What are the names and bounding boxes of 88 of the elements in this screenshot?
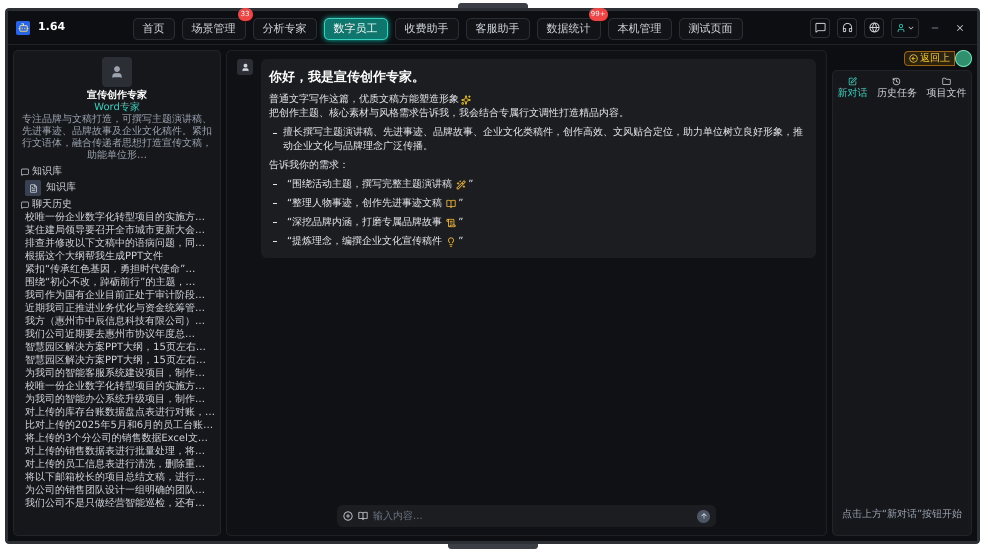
chat-history-item[interactable]: 我方（惠州市中辰信息科技有限公司）… bbox=[25, 315, 213, 328]
app-logo-icon bbox=[16, 20, 30, 34]
chat-history-item[interactable]: 校唯一份企业数字化转型项目的实施方… bbox=[25, 380, 213, 393]
chat-history-item[interactable]: 智慧园区解决方案PPT大纲，15页左右… bbox=[25, 341, 213, 354]
chat-history-item[interactable]: 校唯一份企业数字化转型项目的实施方… bbox=[25, 211, 213, 224]
panel-tab[interactable]: 项目文件 bbox=[926, 77, 966, 100]
globe-button[interactable] bbox=[864, 18, 884, 38]
nav-tab[interactable]: 首页 bbox=[132, 18, 175, 40]
add-icon[interactable] bbox=[343, 511, 353, 521]
back-button[interactable]: 返回上 bbox=[904, 51, 955, 66]
suggestion-text: “整理人物事迹，创作先进事迹文稿 bbox=[287, 196, 442, 210]
chat-history-item[interactable]: 将以下邮箱校长的项目总结文稿，进行… bbox=[25, 471, 213, 484]
expert-type: Word专家 bbox=[94, 102, 140, 114]
chat-icon bbox=[814, 22, 826, 33]
document-icon bbox=[25, 180, 41, 196]
lightbulb-icon bbox=[446, 236, 456, 246]
intro-text: 普通文字写作这篇，优质文稿方能塑造形象 bbox=[269, 92, 459, 106]
chat-history-item[interactable]: 紧扣“传承红色基因，勇担时代使命”… bbox=[25, 263, 213, 276]
section-title: 聊天历史 bbox=[32, 199, 72, 211]
user-menu-button[interactable] bbox=[891, 18, 919, 38]
nav-tab[interactable]: 数字员工 bbox=[324, 18, 388, 40]
prompt-label: 告诉我你的需求： bbox=[269, 158, 350, 172]
quote-mark: ” bbox=[468, 178, 474, 192]
history-icon bbox=[892, 77, 902, 86]
headset-button[interactable] bbox=[837, 18, 857, 38]
chat-history-item[interactable]: 为我司的智能办公系统升级项目，制作… bbox=[25, 393, 213, 406]
version-label: 1.64 bbox=[38, 19, 66, 36]
chat-history-item[interactable]: 排查并修改以下文稿中的语病问题，同… bbox=[25, 237, 213, 250]
suggestion-text: “提炼理念，编撰企业文化宣传稿件 bbox=[287, 234, 442, 248]
sparkles-icon bbox=[461, 94, 471, 104]
empty-hint: 点击上方“新对话”按钮开始 bbox=[842, 509, 962, 521]
folder-icon bbox=[942, 77, 951, 86]
message-title: 你好，我是宣传创作专家。 bbox=[269, 68, 426, 87]
chat-history-item[interactable]: 我们公司不是只做经营智能巡检，还有… bbox=[25, 497, 213, 510]
suggestion-text: “围绕活动主题，撰写完整主题演讲稿 bbox=[287, 178, 452, 192]
nav-tab[interactable]: 数据统计 bbox=[536, 18, 601, 40]
chat-history-item[interactable]: 对上传的员工信息表进行清洗，删除重… bbox=[25, 458, 213, 471]
nav-tab[interactable]: 客服助手 bbox=[466, 18, 530, 40]
nav-tab[interactable]: 本机管理 bbox=[608, 18, 672, 40]
chat-history-item[interactable]: 比对上传的2025年5月和6月的员工台账… bbox=[25, 419, 213, 432]
expert-avatar-icon bbox=[102, 57, 132, 87]
suggestion-text: “深挖品牌内涵，打磨专属品牌故事 bbox=[287, 216, 442, 230]
chat-history-item[interactable]: 对上传的销售数据表进行批量处理，将… bbox=[25, 445, 213, 458]
book-icon[interactable] bbox=[358, 511, 368, 521]
quote-mark: ” bbox=[458, 216, 464, 230]
globe-icon bbox=[868, 22, 880, 33]
chat-history-item[interactable]: 将上传的3个分公司的销售数据Excel文… bbox=[25, 432, 213, 445]
chat-history-item[interactable]: 对上传的库存台账数据盘点表进行对账，… bbox=[25, 406, 213, 419]
chat-history-item[interactable]: 某住建局领导要召开全市城市更新大会… bbox=[25, 224, 213, 237]
message-input[interactable]: 输入内容... bbox=[337, 505, 716, 527]
section-title: 知识库 bbox=[32, 166, 62, 178]
chat-history-item[interactable]: 为公司的销售团队设计一组明确的团队… bbox=[25, 484, 213, 497]
assistant-avatar-icon bbox=[237, 59, 253, 75]
nav-tab[interactable]: 场景管理 bbox=[182, 18, 246, 40]
open-book-icon bbox=[446, 198, 456, 208]
chat-history-item[interactable]: 近期我司正推进业务优化与资金统筹管… bbox=[25, 302, 213, 315]
quote-mark: ” bbox=[458, 234, 464, 248]
magic-wand-icon bbox=[456, 180, 466, 190]
edit-icon bbox=[848, 77, 858, 86]
chat-history-item[interactable]: 我司作为国有企业目前正处于审计阶段… bbox=[25, 289, 213, 302]
chat-history-item[interactable]: 智慧园区解决方案PPT大纲，15页左右… bbox=[25, 354, 213, 367]
panel-tab[interactable]: 新对话 bbox=[838, 77, 868, 100]
message-button[interactable] bbox=[810, 18, 830, 38]
nav-tab[interactable]: 测试页面 bbox=[678, 18, 743, 40]
user-icon bbox=[896, 22, 906, 32]
scroll-icon bbox=[446, 218, 456, 228]
close-icon bbox=[955, 22, 965, 32]
monitor-camera bbox=[458, 3, 528, 8]
expert-name: 宣传创作专家 bbox=[87, 90, 147, 102]
chat-history-item[interactable]: 围绕“初心不改，踔砺前行”的主题，… bbox=[25, 276, 213, 289]
nav-tab[interactable]: 收费助手 bbox=[394, 18, 459, 40]
knowledge-base-item[interactable]: 知识库 bbox=[46, 182, 76, 194]
headset-icon bbox=[842, 22, 852, 33]
floating-assistant-icon[interactable] bbox=[955, 50, 972, 67]
quote-mark: ” bbox=[458, 196, 464, 210]
send-button[interactable] bbox=[697, 510, 710, 522]
chat-history-item[interactable]: 我们公司近期要去惠州市协议年度总… bbox=[25, 328, 213, 341]
chat-history-item[interactable]: 为我司的智能客服系统建设项目，制作… bbox=[25, 367, 213, 380]
input-field[interactable]: 输入内容... bbox=[373, 508, 692, 524]
expert-description: 专注品牌与文稿打造，可撰写主题演讲稿、先进事迹、品牌故事及企业文化稿件。紧扣行文语体，融合传递者思想打造宣传文稿，助能单位形… bbox=[21, 114, 213, 162]
bullet-text: 擅长撰写主题演讲稿、先进事迹、品牌故事、企业文化类稿件，创作高效、文风贴合定位，助力单位树立良好形象，推动企业文化与品牌理念广泛传播。 bbox=[283, 126, 804, 154]
arrow-up-icon bbox=[700, 512, 708, 520]
panel-tab[interactable]: 历史任务 bbox=[876, 77, 917, 100]
nav-tab[interactable]: 分析专家 bbox=[252, 18, 317, 40]
intro-text: 把创作主题、核心素材与风格需求告诉我，我会结合专属行文调性打造精品内容。 bbox=[269, 106, 629, 120]
section-icon bbox=[21, 168, 29, 176]
section-icon bbox=[21, 201, 29, 209]
chat-history-item[interactable]: 根据这个大纲帮我生成PPT文件 bbox=[25, 250, 213, 263]
